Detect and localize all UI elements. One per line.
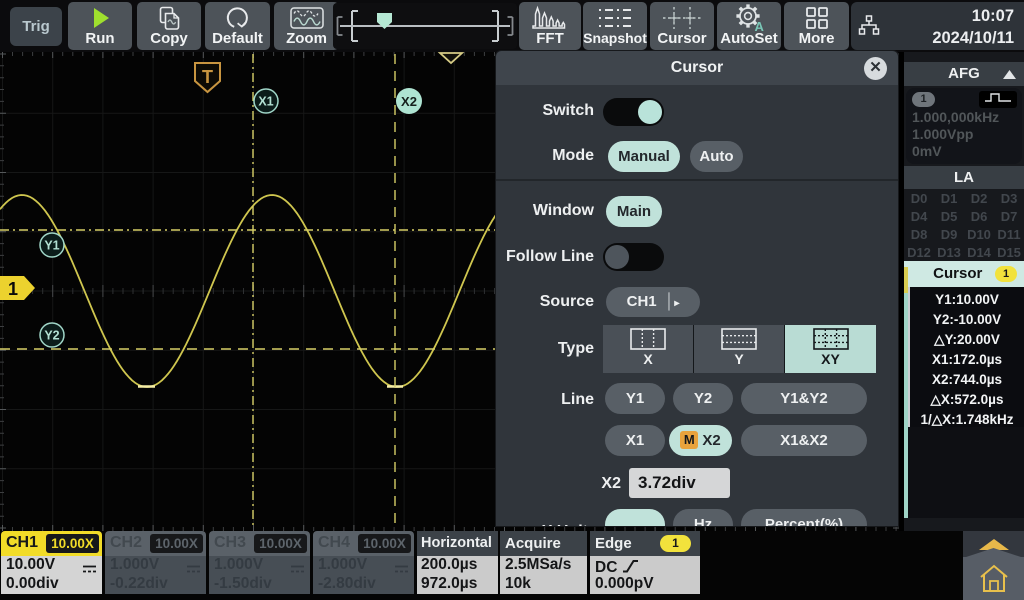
svg-text:X1: X1: [258, 95, 273, 109]
svg-text:Y1: Y1: [44, 239, 59, 253]
svg-text:T: T: [202, 67, 213, 87]
svg-text:X2: X2: [401, 94, 417, 109]
svg-text:Y2: Y2: [44, 329, 59, 343]
svg-text:1: 1: [8, 279, 18, 299]
